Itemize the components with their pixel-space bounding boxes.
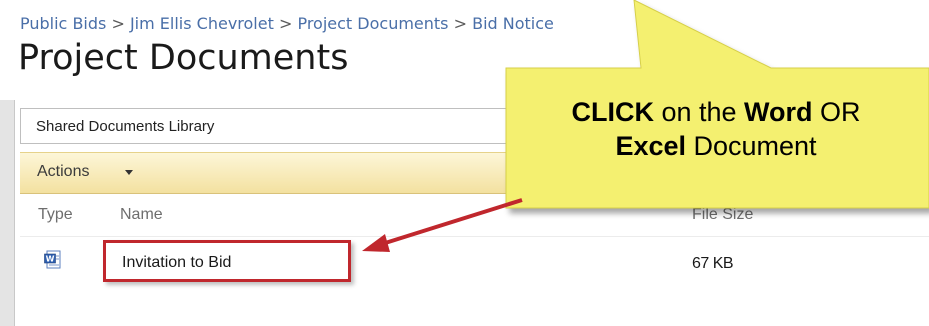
breadcrumb-separator: > [278, 14, 298, 33]
left-navigation-rail [0, 100, 14, 326]
breadcrumb-separator: > [111, 14, 130, 33]
word-document-icon[interactable]: W [44, 250, 62, 270]
actions-menu-button[interactable]: Actions [37, 163, 89, 181]
breadcrumb-item-jim-ellis-chevrolet[interactable]: Jim Ellis Chevrolet [130, 14, 274, 33]
breadcrumb-item-bid-notice[interactable]: Bid Notice [472, 14, 554, 33]
column-header-name[interactable]: Name [120, 206, 163, 224]
column-header-file-size[interactable]: File Size [692, 206, 753, 224]
page-title: Project Documents [18, 38, 349, 78]
svg-text:W: W [46, 255, 55, 264]
file-size-value: 67 KB [692, 255, 734, 272]
callout-text-fragment: Document [686, 131, 817, 161]
callout-text-fragment: on the [653, 97, 745, 127]
callout-word-excel: Excel [615, 131, 686, 161]
callout-text: CLICK on the Word OR Excel Document [496, 95, 929, 163]
column-header-type[interactable]: Type [38, 206, 73, 224]
breadcrumb: Public Bids > Jim Ellis Chevrolet > Proj… [20, 14, 554, 33]
header-divider [20, 236, 929, 237]
breadcrumb-item-project-documents[interactable]: Project Documents [297, 14, 448, 33]
callout-text-fragment: OR [812, 97, 861, 127]
callout-word-word: Word [744, 97, 813, 127]
breadcrumb-separator: > [453, 14, 473, 33]
highlight-box [103, 240, 351, 282]
callout-word-click: CLICK [571, 97, 654, 127]
caret-down-icon[interactable] [125, 170, 133, 175]
library-title[interactable]: Shared Documents Library [36, 118, 214, 135]
breadcrumb-item-public-bids[interactable]: Public Bids [20, 14, 106, 33]
